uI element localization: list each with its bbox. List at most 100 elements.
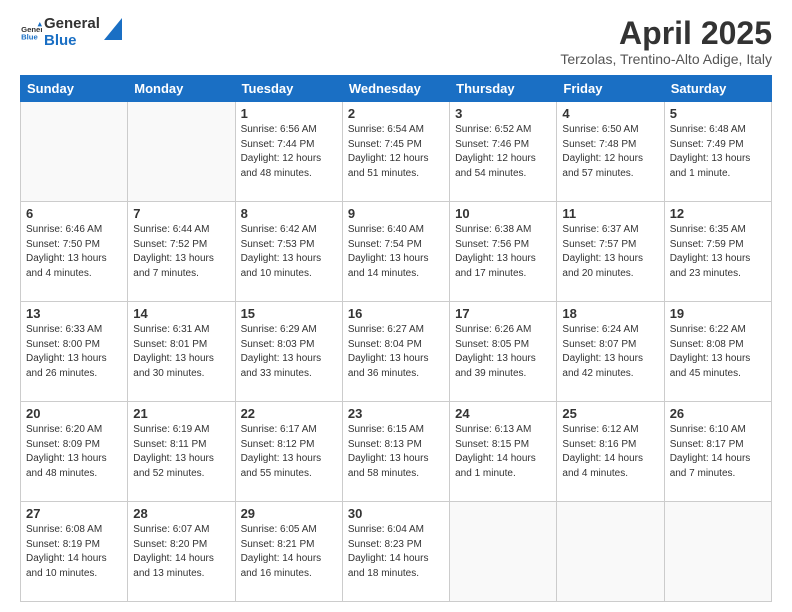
calendar-week-3: 20 Sunrise: 6:20 AMSunset: 8:09 PMDayligh… bbox=[21, 402, 772, 502]
day-number: 17 bbox=[455, 306, 551, 321]
location-subtitle: Terzolas, Trentino-Alto Adige, Italy bbox=[560, 51, 772, 67]
day-info: Sunrise: 6:35 AMSunset: 7:59 PMDaylight:… bbox=[670, 223, 766, 281]
calendar-cell: 6 Sunrise: 6:46 AMSunset: 7:50 PMDaylight… bbox=[21, 202, 128, 302]
day-info: Sunrise: 6:15 AMSunset: 8:13 PMDaylight:… bbox=[348, 423, 444, 481]
day-info: Sunrise: 6:44 AMSunset: 7:52 PMDaylight:… bbox=[133, 223, 229, 281]
calendar-cell: 9Sunrise: 6:40 AMSunset: 7:54 PMDaylight… bbox=[342, 202, 449, 302]
day-info: Sunrise: 6:52 AMSunset: 7:46 PMDaylight:… bbox=[455, 123, 551, 181]
calendar-cell: 26Sunrise: 6:10 AMSunset: 8:17 PMDayligh… bbox=[664, 402, 771, 502]
calendar-dow-friday: Friday bbox=[557, 76, 664, 102]
calendar-dow-saturday: Saturday bbox=[664, 76, 771, 102]
day-number: 6 bbox=[26, 206, 122, 221]
calendar-cell: 16Sunrise: 6:27 AMSunset: 8:04 PMDayligh… bbox=[342, 302, 449, 402]
calendar-week-2: 13 Sunrise: 6:33 AMSunset: 8:00 PMDayligh… bbox=[21, 302, 772, 402]
calendar-cell: 15 Sunrise: 6:29 AMSunset: 8:03 PMDayligh… bbox=[235, 302, 342, 402]
day-number: 8 bbox=[241, 206, 337, 221]
month-title: April 2025 bbox=[560, 16, 772, 51]
logo-general: General bbox=[44, 16, 100, 33]
day-info: Sunrise: 6:40 AMSunset: 7:54 PMDaylight:… bbox=[348, 223, 444, 281]
day-info: Sunrise: 6:50 AMSunset: 7:48 PMDaylight:… bbox=[562, 123, 658, 181]
day-number: 27 bbox=[26, 506, 122, 521]
day-number: 28 bbox=[133, 506, 229, 521]
calendar-table: SundayMondayTuesdayWednesdayThursdayFrid… bbox=[20, 75, 772, 602]
day-number: 22 bbox=[241, 406, 337, 421]
day-number: 13 bbox=[26, 306, 122, 321]
day-number: 24 bbox=[455, 406, 551, 421]
day-number: 3 bbox=[455, 106, 551, 121]
page: General Blue General Blue April 2025 Ter… bbox=[0, 0, 792, 612]
day-info: Sunrise: 6:13 AMSunset: 8:15 PMDaylight:… bbox=[455, 423, 551, 481]
calendar-dow-wednesday: Wednesday bbox=[342, 76, 449, 102]
calendar-week-0: 1Sunrise: 6:56 AMSunset: 7:44 PMDaylight… bbox=[21, 102, 772, 202]
day-info: Sunrise: 6:27 AMSunset: 8:04 PMDaylight:… bbox=[348, 323, 444, 381]
calendar-cell: 3 Sunrise: 6:52 AMSunset: 7:46 PMDaylight… bbox=[450, 102, 557, 202]
day-number: 7 bbox=[133, 206, 229, 221]
day-number: 14 bbox=[133, 306, 229, 321]
calendar-cell: 13 Sunrise: 6:33 AMSunset: 8:00 PMDayligh… bbox=[21, 302, 128, 402]
day-number: 19 bbox=[670, 306, 766, 321]
calendar-cell: 5Sunrise: 6:48 AMSunset: 7:49 PMDaylight… bbox=[664, 102, 771, 202]
calendar-week-4: 27 Sunrise: 6:08 AMSunset: 8:19 PMDayligh… bbox=[21, 502, 772, 602]
day-info: Sunrise: 6:04 AMSunset: 8:23 PMDaylight:… bbox=[348, 523, 444, 581]
day-number: 26 bbox=[670, 406, 766, 421]
day-number: 20 bbox=[26, 406, 122, 421]
calendar-cell: 10Sunrise: 6:38 AMSunset: 7:56 PMDayligh… bbox=[450, 202, 557, 302]
title-section: April 2025 Terzolas, Trentino-Alto Adige… bbox=[560, 16, 772, 67]
calendar-week-1: 6 Sunrise: 6:46 AMSunset: 7:50 PMDaylight… bbox=[21, 202, 772, 302]
calendar-dow-thursday: Thursday bbox=[450, 76, 557, 102]
calendar-cell: 1Sunrise: 6:56 AMSunset: 7:44 PMDaylight… bbox=[235, 102, 342, 202]
calendar-header-row: SundayMondayTuesdayWednesdayThursdayFrid… bbox=[21, 76, 772, 102]
day-number: 25 bbox=[562, 406, 658, 421]
day-info: Sunrise: 6:12 AMSunset: 8:16 PMDaylight:… bbox=[562, 423, 658, 481]
calendar-cell: 27 Sunrise: 6:08 AMSunset: 8:19 PMDayligh… bbox=[21, 502, 128, 602]
calendar-cell: 19Sunrise: 6:22 AMSunset: 8:08 PMDayligh… bbox=[664, 302, 771, 402]
day-number: 29 bbox=[241, 506, 337, 521]
calendar-dow-monday: Monday bbox=[128, 76, 235, 102]
header: General Blue General Blue April 2025 Ter… bbox=[20, 16, 772, 67]
calendar-cell: 29 Sunrise: 6:05 AMSunset: 8:21 PMDayligh… bbox=[235, 502, 342, 602]
day-info: Sunrise: 6:24 AMSunset: 8:07 PMDaylight:… bbox=[562, 323, 658, 381]
day-number: 15 bbox=[241, 306, 337, 321]
day-info: Sunrise: 6:05 AMSunset: 8:21 PMDaylight:… bbox=[241, 523, 337, 581]
calendar-cell: 24 Sunrise: 6:13 AMSunset: 8:15 PMDayligh… bbox=[450, 402, 557, 502]
calendar-dow-tuesday: Tuesday bbox=[235, 76, 342, 102]
calendar-cell bbox=[128, 102, 235, 202]
day-info: Sunrise: 6:17 AMSunset: 8:12 PMDaylight:… bbox=[241, 423, 337, 481]
calendar-dow-sunday: Sunday bbox=[21, 76, 128, 102]
calendar-cell: 22 Sunrise: 6:17 AMSunset: 8:12 PMDayligh… bbox=[235, 402, 342, 502]
calendar-cell: 7 Sunrise: 6:44 AMSunset: 7:52 PMDaylight… bbox=[128, 202, 235, 302]
calendar-cell: 17Sunrise: 6:26 AMSunset: 8:05 PMDayligh… bbox=[450, 302, 557, 402]
calendar-cell bbox=[21, 102, 128, 202]
calendar-cell: 25 Sunrise: 6:12 AMSunset: 8:16 PMDayligh… bbox=[557, 402, 664, 502]
day-number: 4 bbox=[562, 106, 658, 121]
day-info: Sunrise: 6:46 AMSunset: 7:50 PMDaylight:… bbox=[26, 223, 122, 281]
day-number: 1 bbox=[241, 106, 337, 121]
logo: General Blue General Blue bbox=[20, 16, 122, 49]
day-number: 2 bbox=[348, 106, 444, 121]
day-number: 23 bbox=[348, 406, 444, 421]
day-number: 12 bbox=[670, 206, 766, 221]
day-info: Sunrise: 6:19 AMSunset: 8:11 PMDaylight:… bbox=[133, 423, 229, 481]
calendar-cell: 8Sunrise: 6:42 AMSunset: 7:53 PMDaylight… bbox=[235, 202, 342, 302]
logo-triangle-icon bbox=[104, 18, 122, 40]
svg-text:Blue: Blue bbox=[21, 32, 38, 41]
day-info: Sunrise: 6:37 AMSunset: 7:57 PMDaylight:… bbox=[562, 223, 658, 281]
day-number: 11 bbox=[562, 206, 658, 221]
calendar-cell: 20 Sunrise: 6:20 AMSunset: 8:09 PMDayligh… bbox=[21, 402, 128, 502]
day-info: Sunrise: 6:08 AMSunset: 8:19 PMDaylight:… bbox=[26, 523, 122, 581]
day-info: Sunrise: 6:38 AMSunset: 7:56 PMDaylight:… bbox=[455, 223, 551, 281]
calendar-cell: 2Sunrise: 6:54 AMSunset: 7:45 PMDaylight… bbox=[342, 102, 449, 202]
calendar-cell: 30Sunrise: 6:04 AMSunset: 8:23 PMDayligh… bbox=[342, 502, 449, 602]
calendar-cell: 11 Sunrise: 6:37 AMSunset: 7:57 PMDayligh… bbox=[557, 202, 664, 302]
day-info: Sunrise: 6:33 AMSunset: 8:00 PMDaylight:… bbox=[26, 323, 122, 381]
day-info: Sunrise: 6:31 AMSunset: 8:01 PMDaylight:… bbox=[133, 323, 229, 381]
day-info: Sunrise: 6:20 AMSunset: 8:09 PMDaylight:… bbox=[26, 423, 122, 481]
logo-icon: General Blue bbox=[20, 22, 42, 44]
calendar-cell bbox=[557, 502, 664, 602]
day-info: Sunrise: 6:07 AMSunset: 8:20 PMDaylight:… bbox=[133, 523, 229, 581]
logo-blue: Blue bbox=[44, 33, 100, 50]
calendar-cell: 12 Sunrise: 6:35 AMSunset: 7:59 PMDayligh… bbox=[664, 202, 771, 302]
day-info: Sunrise: 6:29 AMSunset: 8:03 PMDaylight:… bbox=[241, 323, 337, 381]
calendar-cell: 21Sunrise: 6:19 AMSunset: 8:11 PMDayligh… bbox=[128, 402, 235, 502]
calendar-cell: 4 Sunrise: 6:50 AMSunset: 7:48 PMDaylight… bbox=[557, 102, 664, 202]
